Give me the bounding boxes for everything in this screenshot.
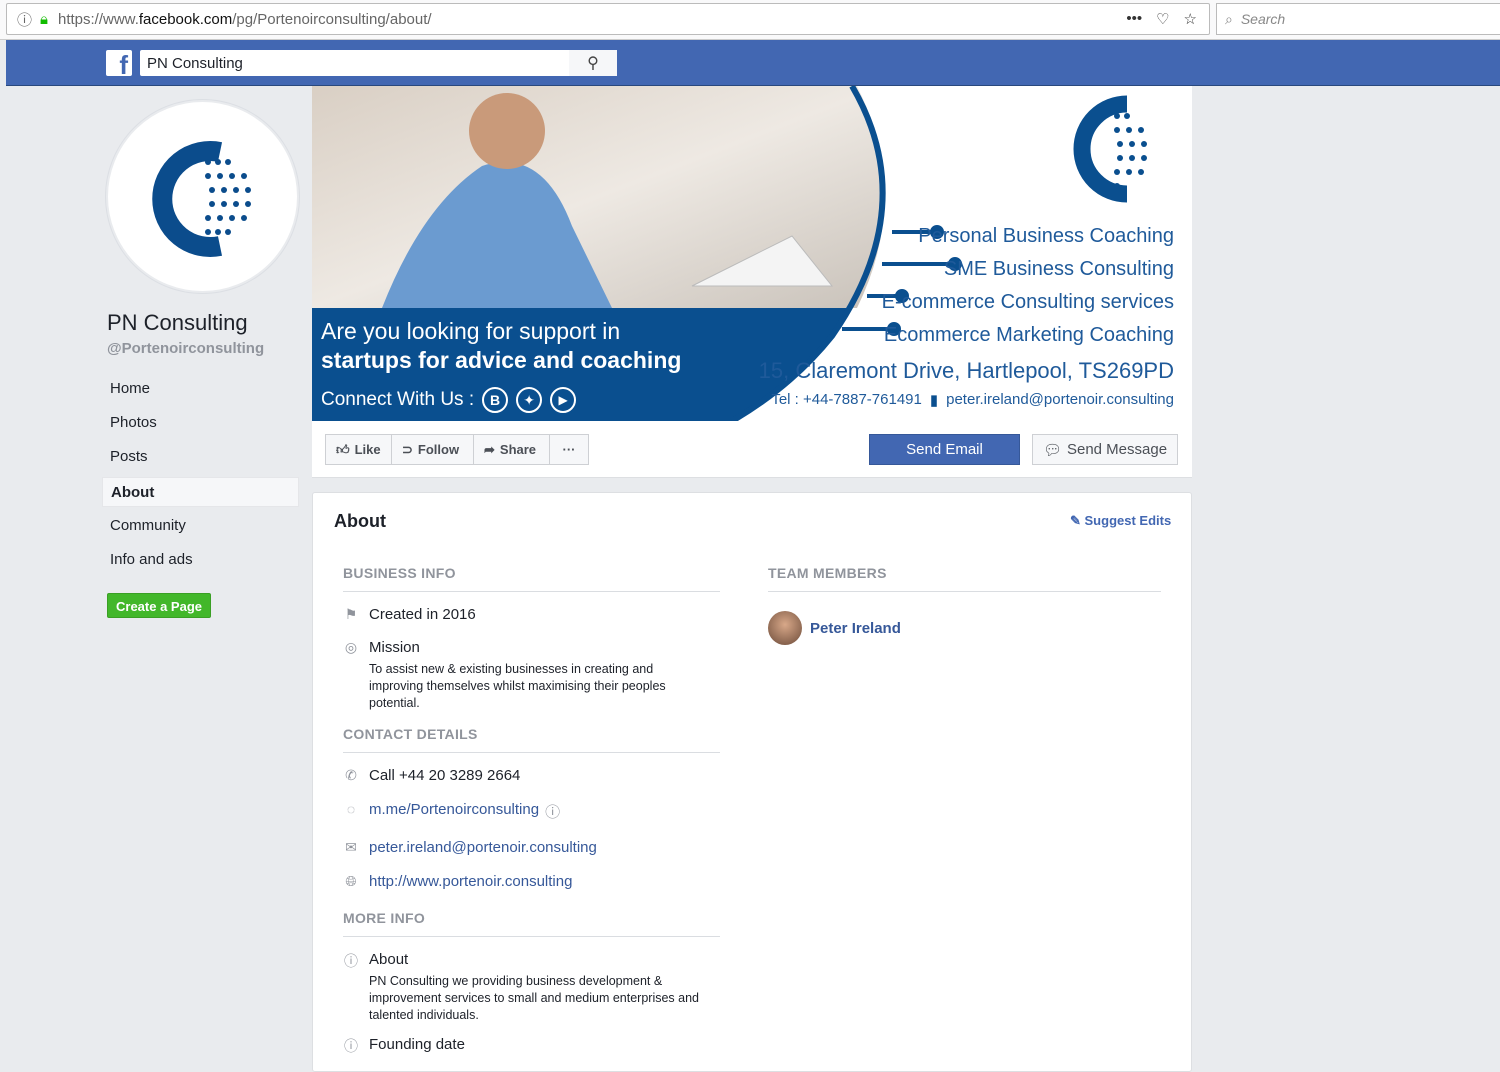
page-avatar[interactable] xyxy=(106,100,299,293)
search-button[interactable]: ⚲ xyxy=(569,50,617,76)
more-icon[interactable]: ••• xyxy=(1126,10,1142,28)
nav-posts[interactable]: Posts xyxy=(102,442,299,472)
info-icon[interactable]: ⓘ xyxy=(17,9,32,30)
youtube-icon[interactable]: ▶ xyxy=(550,387,577,413)
member-avatar[interactable] xyxy=(768,611,802,645)
service-item: Ecommerce Marketing Coaching xyxy=(883,324,1174,346)
thumbs-up-icon: 👍︎ xyxy=(336,441,350,457)
nav-home[interactable]: Home xyxy=(102,374,299,404)
nav-photos[interactable]: Photos xyxy=(102,408,299,438)
cover-headline-2: startups for advice and coaching xyxy=(321,347,682,373)
team-members-heading: TEAM MEMBERS xyxy=(768,565,1161,592)
mission-label: Mission xyxy=(369,639,420,656)
cover-email: peter.ireland@portenoir.consulting xyxy=(946,391,1174,408)
like-button[interactable]: 👍︎ Like xyxy=(325,434,392,465)
phone-icon: ✆ xyxy=(345,767,357,783)
about-title: About xyxy=(334,511,386,531)
send-message-button[interactable]: 💬︎ Send Message xyxy=(1032,434,1178,465)
lock-icon: 🔒︎ xyxy=(40,10,48,28)
phone-text[interactable]: Call +44 20 3289 2664 xyxy=(369,767,520,784)
member-name[interactable]: Peter Ireland xyxy=(810,620,901,637)
team-member[interactable]: Peter Ireland xyxy=(768,611,1161,645)
about-label: About xyxy=(369,951,409,968)
cover-headline-1: Are you looking for support in xyxy=(321,318,621,344)
url-bar[interactable]: ⓘ 🔒︎ https://www. facebook.com/pg/Porteno… xyxy=(6,3,1210,35)
nav-info-and-ads[interactable]: Info and ads xyxy=(102,545,299,575)
follow-button[interactable]: ⊃ Follow xyxy=(391,434,474,465)
cover-address: 15, Claremont Drive, Hartlepool, TS269PD xyxy=(758,358,1174,383)
contact-details-heading: CONTACT DETAILS xyxy=(343,726,720,753)
nav-community[interactable]: Community xyxy=(102,511,299,541)
page-name: PN Consulting xyxy=(107,310,248,335)
pencil-icon: ✎ xyxy=(1070,513,1085,528)
more-info-heading: MORE INFO xyxy=(343,910,720,937)
website-link[interactable]: http://www.portenoir.consulting xyxy=(369,873,572,890)
pocket-icon[interactable]: ♡ xyxy=(1156,10,1169,28)
url-prefix: https://www. xyxy=(58,10,139,28)
search-value: PN Consulting xyxy=(147,54,243,72)
twitter-icon[interactable]: ✦ xyxy=(516,387,543,413)
bookmark-star-icon[interactable]: ☆ xyxy=(1184,10,1197,28)
service-item: Personal Business Coaching xyxy=(918,225,1174,247)
page-handle[interactable]: @Portenoirconsulting xyxy=(107,340,264,357)
facebook-logo-icon[interactable]: f xyxy=(106,50,132,76)
messenger-icon: 💬︎ xyxy=(1042,441,1062,459)
share-button[interactable]: ➦ Share xyxy=(473,434,550,465)
flag-icon: ⚑ xyxy=(344,606,358,622)
info-icon: ⓘ xyxy=(344,953,358,969)
envelope-icon: ✉ xyxy=(345,839,357,855)
connect-label: Connect With Us : xyxy=(321,389,475,410)
browser-search-input[interactable]: ⌕ Search xyxy=(1216,3,1500,35)
messenger-link[interactable]: m.me/Portenoirconsulting xyxy=(369,801,539,822)
founding-date-label: Founding date xyxy=(369,1036,465,1053)
about-text: PN Consulting we providing business deve… xyxy=(369,974,699,1022)
cover-photo[interactable]: Are you looking for support in startups … xyxy=(312,86,1192,421)
url-host: facebook.com xyxy=(138,10,233,28)
service-item: SME Business Consulting xyxy=(943,258,1174,280)
facebook-search-input[interactable]: PN Consulting xyxy=(140,50,617,76)
url-path: /pg/Portenoirconsulting/about/ xyxy=(232,10,432,28)
nav-about[interactable]: About xyxy=(102,477,299,507)
page-actions-bar: 👍︎ Like ⊃ Follow ➦ Share ··· Send Email 💬︎ S… xyxy=(312,421,1192,478)
email-link[interactable]: peter.ireland@portenoir.consulting xyxy=(369,839,597,856)
service-item: E-commerce Consulting services xyxy=(881,291,1174,313)
business-info-heading: BUSINESS INFO xyxy=(343,565,720,592)
cover-tel: Tel : +44-7887-761491 xyxy=(771,391,922,408)
send-email-button[interactable]: Send Email xyxy=(869,434,1020,465)
services-list: Personal Business Coaching SME Business … xyxy=(882,220,1174,352)
search-placeholder: Search xyxy=(1240,11,1286,27)
suggest-edits-link[interactable]: ✎ Suggest Edits xyxy=(1070,513,1171,529)
globe-icon: 🌐︎ xyxy=(345,873,357,889)
create-page-button[interactable]: Create a Page xyxy=(107,593,211,618)
target-icon: ◎ xyxy=(344,639,358,655)
blogger-icon[interactable]: B xyxy=(482,387,509,413)
mission-text: To assist new & existing businesses in c… xyxy=(369,662,666,710)
info-icon[interactable]: ⓘ xyxy=(545,801,560,822)
info-icon: ⓘ xyxy=(344,1038,358,1054)
search-icon: ⌕ xyxy=(1225,10,1233,27)
messenger-icon: ◌ xyxy=(346,801,356,817)
pn-logo-icon xyxy=(152,141,251,257)
rss-icon: ⊃ xyxy=(402,441,413,457)
about-card: About ✎ Suggest Edits BUSINESS INFO ⚑ Cre… xyxy=(312,492,1192,1072)
created-text: Created in 2016 xyxy=(369,606,476,623)
more-button[interactable]: ··· xyxy=(549,434,589,465)
share-arrow-icon: ➦ xyxy=(484,441,495,457)
search-icon: ⚲ xyxy=(587,55,599,72)
